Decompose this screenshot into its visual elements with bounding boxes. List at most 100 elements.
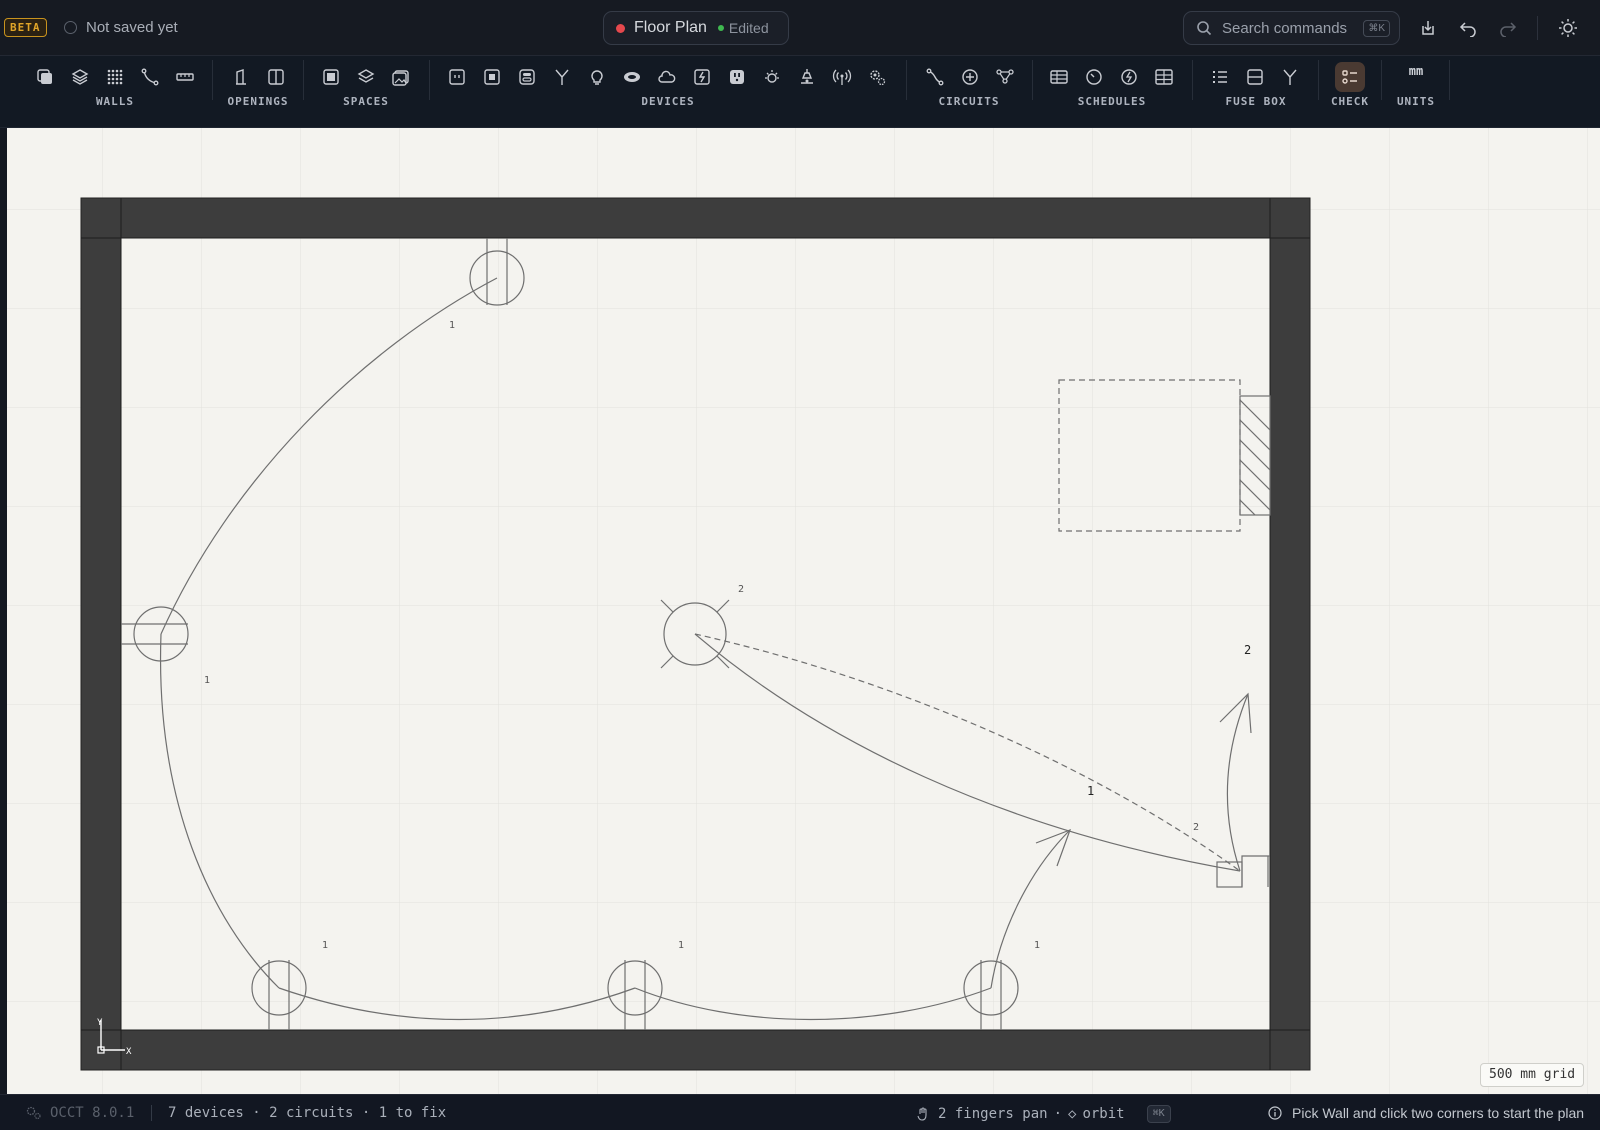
network-icon[interactable] (990, 62, 1020, 92)
group-label-openings: OPENINGS (227, 95, 289, 108)
status-bar: OCCT 8.0.1 7 devices · 2 circuits · 1 to… (0, 1094, 1600, 1130)
meter-icon[interactable] (1079, 62, 1109, 92)
group-label-check: CHECK (1330, 95, 1370, 108)
group-label-circuits: CIRCUITS (938, 95, 1000, 108)
outlet-icon[interactable] (722, 62, 752, 92)
window-icon[interactable] (261, 62, 291, 92)
grid-dots-icon[interactable] (100, 62, 130, 92)
navigation-hints: 2 fingers pan · ◇ orbit ⌘K (916, 1105, 1171, 1123)
table-icon[interactable] (1044, 62, 1074, 92)
save-status-text: Not saved yet (86, 19, 178, 36)
hint-separator: · (1053, 1106, 1063, 1122)
command-search[interactable]: Search commands ⌘K (1183, 11, 1400, 45)
wall-copy-icon[interactable] (30, 62, 60, 92)
undo-icon[interactable] (1456, 16, 1480, 40)
grid-table-icon[interactable] (1149, 62, 1179, 92)
group-divider (1318, 60, 1319, 100)
circuit-label: 2 (1193, 822, 1199, 833)
status-divider (151, 1105, 152, 1121)
circuit-label: 1 (678, 940, 684, 951)
measure-icon[interactable] (170, 62, 200, 92)
top-bar: BETA Not saved yet Floor Plan Edited Sea… (0, 0, 1600, 56)
double-socket-icon[interactable] (477, 62, 507, 92)
engine-gear-icon (26, 1106, 41, 1120)
circuit-label: 1 (204, 675, 210, 686)
grid-scale-badge: 500 mm grid (1480, 1063, 1585, 1087)
document-title-pill[interactable]: Floor Plan Edited (603, 11, 789, 45)
edit-status: Edited (717, 20, 769, 36)
sun-icon[interactable] (757, 62, 787, 92)
save-status: Not saved yet (64, 19, 178, 36)
engine-version: OCCT 8.0.1 (26, 1105, 134, 1121)
group-label-fuse-box: FUSE BOX (1225, 95, 1287, 108)
axis-y-label: Y (97, 1018, 103, 1028)
circuit-label: 2 (738, 584, 744, 595)
switch-icon[interactable] (512, 62, 542, 92)
circuit-label: 1 (322, 940, 328, 951)
door-icon[interactable] (226, 62, 256, 92)
group-label-schedules: SCHEDULES (1077, 95, 1147, 108)
antenna-icon[interactable] (827, 62, 857, 92)
lightning-icon[interactable] (1114, 62, 1144, 92)
checklist-icon[interactable] (1335, 62, 1365, 92)
orbit-hint: orbit (1082, 1106, 1125, 1122)
shortcut-badge: ⌘K (1146, 1105, 1171, 1123)
ceiling-light-icon[interactable] (617, 62, 647, 92)
group-divider (212, 60, 213, 100)
search-shortcut: ⌘K (1363, 19, 1390, 37)
layers-icon[interactable] (65, 62, 95, 92)
group-label-walls: WALLS (95, 95, 135, 108)
units-toggle[interactable]: mm (1409, 64, 1423, 78)
circuit-label: 1 (1087, 784, 1094, 798)
theme-sun-icon[interactable] (1556, 16, 1580, 40)
pendant-lamp-icon[interactable] (792, 62, 822, 92)
power-icon[interactable] (687, 62, 717, 92)
circuit-label: 1 (449, 320, 455, 331)
list-icon[interactable] (1205, 62, 1235, 92)
ribbon-toolbar: WALLS OPENINGS SPACES DEVICES CIRCUITS S… (0, 56, 1600, 128)
group-divider (1032, 60, 1033, 100)
edit-status-text: Edited (728, 20, 769, 36)
top-divider (1537, 16, 1538, 40)
group-label-devices: DEVICES (641, 95, 695, 108)
floor-plan-drawing[interactable]: 1 1 1 1 1 1 2 2 2 Y X (7, 128, 1600, 1094)
group-divider (1449, 60, 1450, 100)
wire-icon[interactable] (920, 62, 950, 92)
group-divider (906, 60, 907, 100)
search-placeholder: Search commands (1222, 19, 1348, 37)
redo-icon[interactable] (1496, 16, 1520, 40)
circuit-label: 1 (1034, 940, 1040, 951)
curve-wall-icon[interactable] (135, 62, 165, 92)
group-divider (429, 60, 430, 100)
group-divider (303, 60, 304, 100)
beta-badge: BETA (4, 18, 47, 37)
socket-icon[interactable] (442, 62, 472, 92)
levels-icon[interactable] (351, 62, 381, 92)
group-divider (1192, 60, 1193, 100)
cloud-icon[interactable] (652, 62, 682, 92)
engine-version-text: OCCT 8.0.1 (50, 1105, 135, 1121)
room-icon[interactable] (316, 62, 346, 92)
settings-gear-icon[interactable] (862, 62, 892, 92)
edited-dot-icon (717, 25, 724, 31)
group-label-spaces: SPACES (343, 95, 389, 108)
circuit-label: 2 (1244, 643, 1251, 657)
status-tip-text: Pick Wall and click two corners to start… (1292, 1105, 1585, 1121)
unsaved-circle-icon (64, 21, 77, 34)
axis-x-label: X (126, 1047, 132, 1057)
branch-icon[interactable] (547, 62, 577, 92)
info-icon (1268, 1106, 1282, 1120)
panel-icon[interactable] (1240, 62, 1270, 92)
pan-gesture-icon (917, 1107, 927, 1121)
plan-summary: 7 devices · 2 circuits · 1 to fix (168, 1105, 447, 1121)
plan-canvas[interactable]: 1 1 1 1 1 1 2 2 2 Y X (7, 128, 1600, 1094)
orbit-diamond-icon: ◇ (1068, 1106, 1077, 1122)
status-tip: Pick Wall and click two corners to start… (1268, 1105, 1584, 1121)
image-icon[interactable] (386, 62, 416, 92)
fork-icon[interactable] (1275, 62, 1305, 92)
download-icon[interactable] (1416, 16, 1440, 40)
bulb-icon[interactable] (582, 62, 612, 92)
group-divider (1381, 60, 1382, 100)
junction-icon[interactable] (955, 62, 985, 92)
pan-hint: 2 fingers pan (938, 1106, 1048, 1122)
